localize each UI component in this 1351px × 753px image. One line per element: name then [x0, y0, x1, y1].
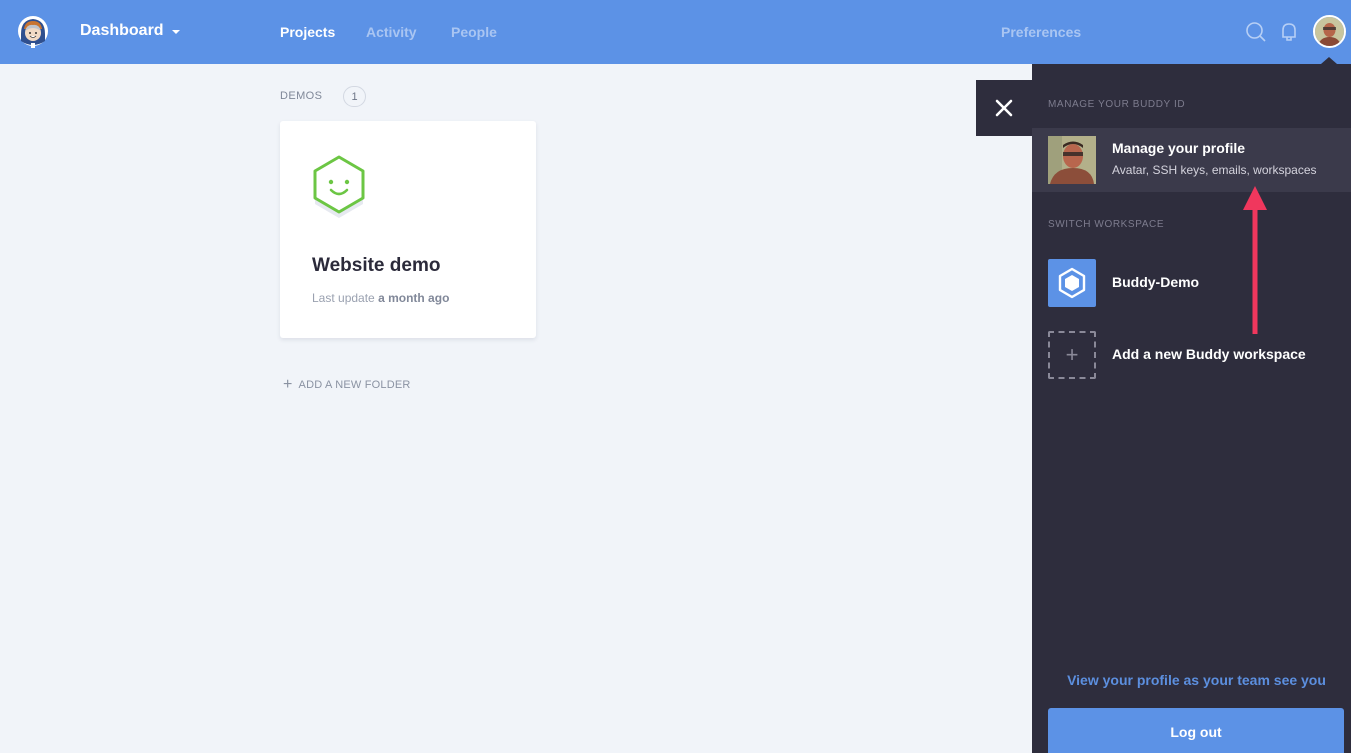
- logout-button[interactable]: Log out: [1048, 708, 1344, 753]
- add-workspace-label: Add a new Buddy workspace: [1112, 346, 1306, 362]
- add-folder-button[interactable]: + ADD A NEW FOLDER: [283, 376, 411, 393]
- workspace-name: Buddy-Demo: [1112, 274, 1200, 290]
- account-panel: MANAGE YOUR BUDDY ID Manage your profile…: [1032, 64, 1351, 753]
- project-title: Website demo: [312, 255, 441, 276]
- user-avatar[interactable]: [1313, 15, 1346, 48]
- add-workspace-button[interactable]: + Add a new Buddy workspace: [1032, 331, 1351, 381]
- plus-icon: +: [1048, 331, 1096, 379]
- dropdown-pointer: [1321, 57, 1337, 64]
- add-folder-label: ADD A NEW FOLDER: [298, 379, 411, 391]
- folder-name: DEMOS: [280, 90, 323, 102]
- bell-icon[interactable]: [1277, 20, 1301, 44]
- caret-down-icon: [171, 30, 180, 34]
- manage-profile-item[interactable]: Manage your profile Avatar, SSH keys, em…: [1032, 128, 1351, 192]
- project-card[interactable]: Website demo Last update a month ago: [280, 121, 536, 338]
- workspace-dropdown[interactable]: Dashboard: [80, 22, 180, 40]
- nav-projects[interactable]: Projects: [280, 24, 335, 40]
- view-public-profile-link[interactable]: View your profile as your team see you: [1032, 672, 1351, 688]
- last-update-label: Last update: [312, 291, 375, 305]
- manage-profile-subtitle: Avatar, SSH keys, emails, workspaces: [1112, 163, 1317, 177]
- close-icon: [995, 99, 1013, 117]
- top-bar: Dashboard Projects Activity People Prefe…: [0, 0, 1351, 64]
- folder-count-badge: 1: [343, 86, 366, 107]
- switch-workspace-heading: SWITCH WORKSPACE: [1048, 219, 1165, 230]
- workspace-dropdown-label: Dashboard: [80, 22, 164, 39]
- manage-profile-title: Manage your profile: [1112, 140, 1246, 156]
- search-icon[interactable]: [1244, 20, 1268, 44]
- project-smiley-icon: [310, 154, 368, 220]
- buddy-logo-icon[interactable]: [15, 14, 51, 50]
- workspace-item[interactable]: Buddy-Demo: [1032, 259, 1351, 309]
- nav-people[interactable]: People: [451, 24, 497, 40]
- project-last-update: Last update a month ago: [312, 291, 449, 305]
- plus-icon: +: [283, 376, 293, 393]
- annotation-arrow-icon: [1243, 186, 1267, 334]
- close-panel-button[interactable]: [976, 80, 1032, 136]
- buddy-id-heading: MANAGE YOUR BUDDY ID: [1048, 99, 1186, 110]
- nav-preferences[interactable]: Preferences: [1001, 24, 1081, 40]
- profile-avatar: [1048, 136, 1096, 184]
- workspace-hexagon-icon: [1048, 259, 1096, 307]
- last-update-time: a month ago: [378, 291, 450, 305]
- nav-activity[interactable]: Activity: [366, 24, 417, 40]
